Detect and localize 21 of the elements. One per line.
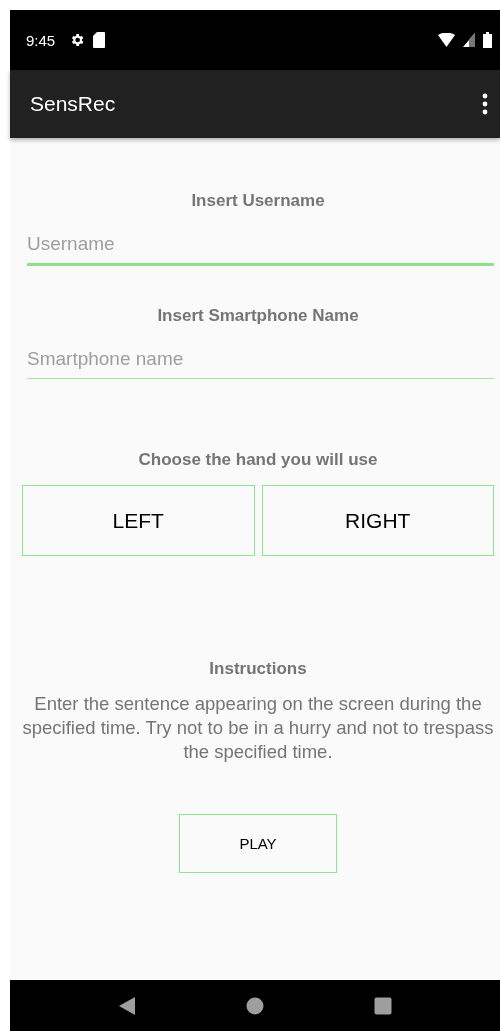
hand-button[interactable]: LEFT <box>22 485 255 556</box>
overflow-menu-icon[interactable] <box>482 93 488 115</box>
play-button[interactable]: PLAY <box>179 814 337 873</box>
sd-card-icon <box>93 32 106 48</box>
hand-button[interactable]: RIGHT <box>261 485 494 556</box>
text-field[interactable]: Smartphone name <box>27 348 494 379</box>
wifi-icon <box>438 33 455 47</box>
recents-icon[interactable] <box>374 996 392 1015</box>
app-title: SensRec <box>30 92 116 116</box>
signal-icon <box>463 33 475 47</box>
battery-icon <box>483 32 492 48</box>
settings-icon <box>69 32 86 48</box>
status-time: 9:45 <box>26 31 56 49</box>
text-field[interactable]: Username <box>27 233 494 266</box>
home-icon[interactable] <box>246 996 264 1015</box>
field-label: Insert Username <box>191 191 325 211</box>
instructions-text: Enter the sentence appearing on the screen during the specified time. Try not to be in a hurry and not to trespass the specified time. <box>22 692 494 764</box>
instructions-title: Instructions <box>209 659 307 679</box>
back-icon[interactable] <box>118 996 136 1015</box>
hand-label: Choose the hand you will use <box>138 450 378 470</box>
field-label: Insert Smartphone Name <box>157 306 359 326</box>
